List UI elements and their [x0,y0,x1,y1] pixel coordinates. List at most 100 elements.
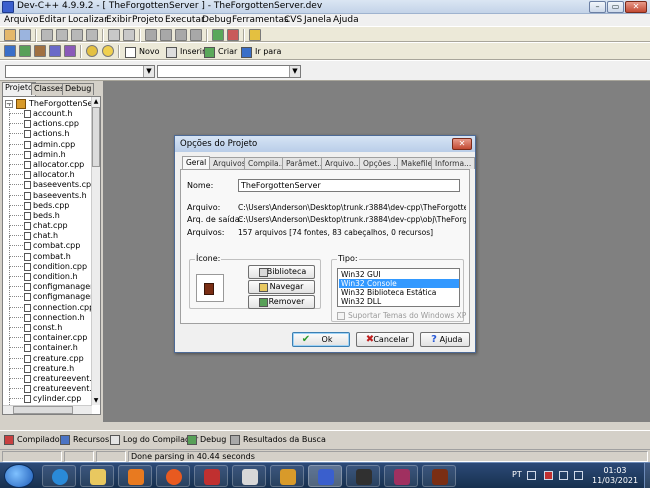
find-icon[interactable] [145,29,157,41]
minimize-button[interactable]: – [589,1,606,13]
tipo-option-gui[interactable]: Win32 GUI [339,270,459,279]
menu-arquivo[interactable]: Arquivo [4,15,38,25]
tab-resultados-busca[interactable]: Resultados da Busca [230,433,326,447]
menu-janela[interactable]: Janela [304,15,331,25]
file-label: creature.cpp [33,353,84,363]
show-desktop-button[interactable] [644,463,650,488]
start-button[interactable] [4,464,34,488]
compile-icon[interactable] [4,45,16,57]
print-icon[interactable] [86,29,98,41]
clock[interactable]: 01:03 11/03/2021 [592,466,638,486]
scroll-thumb[interactable] [13,406,73,414]
find-next-icon[interactable] [175,29,187,41]
book-icon [204,283,214,295]
taskbar-app-11[interactable] [422,465,456,487]
project-tree[interactable]: − TheForgottenServer account.h actions.cp… [2,96,101,415]
help-button[interactable]: ? Ajuda [420,332,470,347]
menu-ajuda[interactable]: Ajuda [333,15,359,25]
criar-button[interactable]: Criar [201,45,241,59]
tree-connector [9,338,23,349]
remover-button[interactable]: Remover [248,295,315,309]
project-class-icon[interactable] [19,29,31,41]
internet-explorer-icon [52,469,68,485]
tab-informacoes[interactable]: Informa... [431,157,476,169]
biblioteca-button[interactable]: Biblioteca [248,265,315,279]
scroll-thumb[interactable] [92,107,100,167]
scroll-up-icon[interactable]: ▲ [92,97,100,106]
help-icon[interactable] [86,45,98,57]
close-button[interactable]: ✕ [625,1,647,13]
navegar-button[interactable]: Navegar [248,280,315,294]
cancel-button[interactable]: ✖ Cancelar [356,332,414,347]
tipo-option-static-lib[interactable]: Win32 Biblioteca Estática [339,288,459,297]
rebuild-all-icon[interactable] [49,45,61,57]
taskbar-explorer[interactable] [80,465,114,487]
file-label: container.cpp [33,333,88,343]
save-icon[interactable] [56,29,68,41]
about-icon[interactable] [102,45,114,57]
member-combo[interactable]: ▼ [157,65,301,78]
taskbar-media-player[interactable] [118,465,152,487]
class-combo[interactable]: ▼ [5,65,155,78]
menu-ferramentas[interactable]: Ferramentas [232,15,289,25]
menu-projeto[interactable]: Projeto [132,15,163,25]
tab-recursos[interactable]: Recursos [60,433,109,447]
tab-debug[interactable]: Debug [62,83,95,95]
compile-run-icon[interactable] [34,45,46,57]
scroll-down-icon[interactable]: ▼ [92,396,100,405]
network-icon[interactable] [559,471,568,480]
tab-compilador[interactable]: Compilador [4,433,63,447]
open-project-icon[interactable] [4,29,16,41]
tipo-option-console[interactable]: Win32 Console [339,279,459,288]
remove-from-project-icon[interactable] [227,29,239,41]
project-options-icon[interactable] [249,29,261,41]
redo-icon[interactable] [123,29,135,41]
tab-debug-output[interactable]: Debug [187,433,226,447]
file-label: creature.h [33,363,75,373]
tree-connector [9,205,23,216]
tipo-option-dll[interactable]: Win32 DLL [339,297,459,306]
menu-exibir[interactable]: Exibir [106,15,131,25]
save-all-icon[interactable] [71,29,83,41]
project-name-input[interactable]: TheForgottenServer [238,179,460,192]
volume-icon[interactable] [574,471,583,480]
menu-debug[interactable]: Debug [202,15,232,25]
tab-geral[interactable]: Geral [182,156,211,170]
ok-button[interactable]: ✔ Ok [292,332,350,347]
tree-vertical-scrollbar[interactable]: ▲ ▼ [91,97,100,405]
project-type-list[interactable]: Win32 GUI Win32 Console Win32 Biblioteca… [337,268,460,307]
taskbar-app-5[interactable] [194,465,228,487]
xp-themes-checkbox[interactable] [337,312,345,320]
output-tabs: Compilador Recursos Log do Compilador De… [0,430,650,448]
menu-editar[interactable]: Editar [39,15,66,25]
tree-connector [9,256,23,267]
taskbar-devcpp[interactable] [308,465,342,487]
keyboard-icon[interactable] [527,471,536,480]
action-center-icon[interactable] [544,471,553,480]
undo-icon[interactable] [108,29,120,41]
taskbar-ie[interactable] [42,465,76,487]
replace-icon[interactable] [160,29,172,41]
novo-button[interactable]: Novo [122,45,164,59]
taskbar-winrar[interactable] [384,465,418,487]
menu-executar[interactable]: Executar [165,15,205,25]
maximize-button[interactable]: ▭ [607,1,624,13]
language-indicator[interactable]: PT [512,470,522,479]
taskbar-app-7[interactable] [270,465,304,487]
add-to-project-icon[interactable] [212,29,224,41]
menu-cvs[interactable]: CVS [284,15,302,25]
ir-para-button[interactable]: Ir para [238,45,285,59]
tree-horizontal-scrollbar[interactable] [3,405,92,414]
menu-localizar[interactable]: Localizar [68,15,108,25]
taskbar-app-6[interactable] [232,465,266,487]
run-icon[interactable] [19,45,31,57]
goto-line-icon[interactable] [190,29,202,41]
tab-log-compilador[interactable]: Log do Compilador [110,433,198,447]
class-browser-toolbar: ▼ ▼ [0,60,650,81]
tree-connector [9,389,23,400]
dialog-close-button[interactable]: ✕ [452,138,472,150]
new-file-icon[interactable] [41,29,53,41]
debug-check-icon[interactable] [64,45,76,57]
taskbar-firefox[interactable] [156,465,190,487]
taskbar-app-9[interactable] [346,465,380,487]
